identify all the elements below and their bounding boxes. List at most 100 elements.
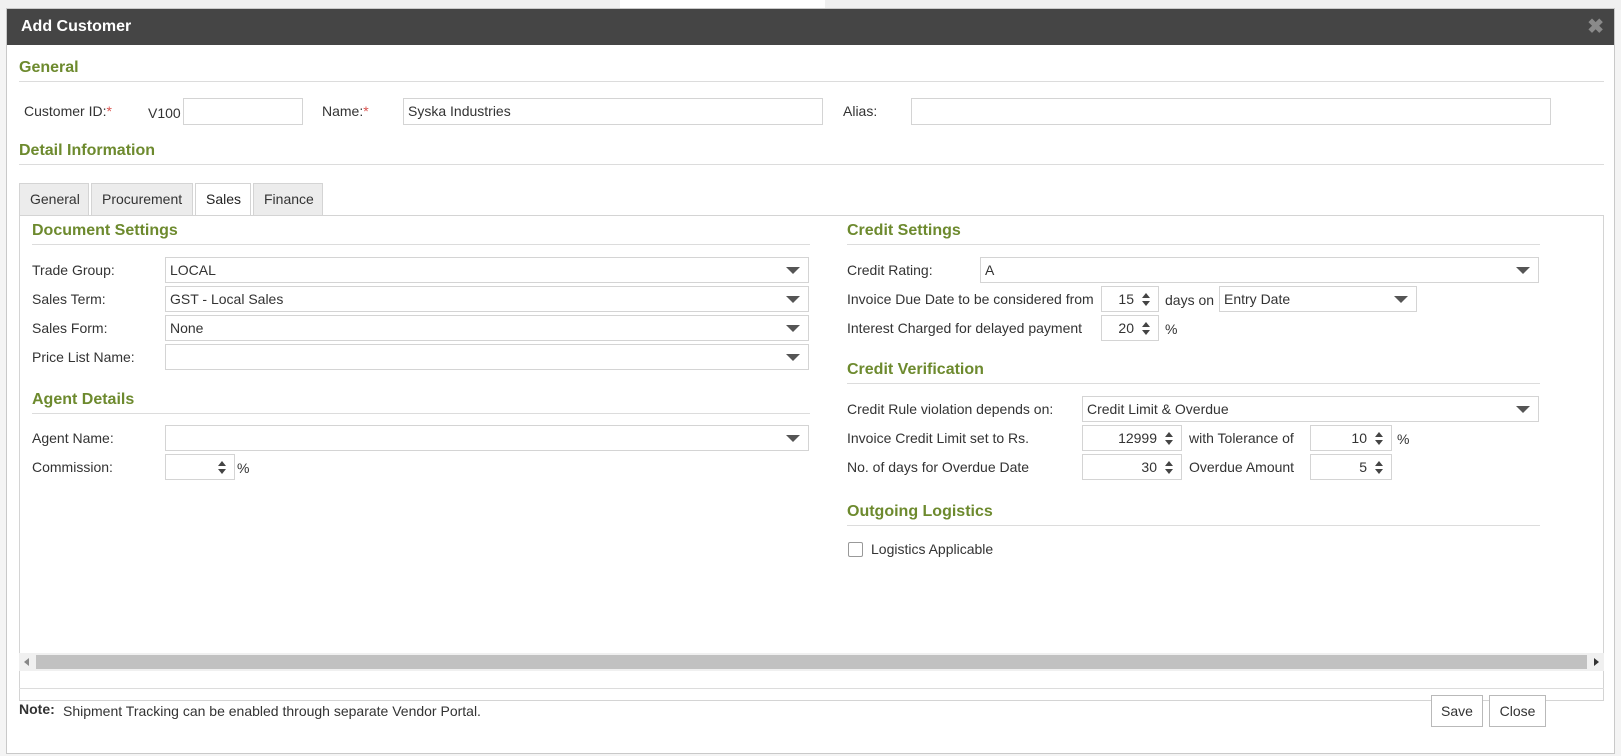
customer-id-input[interactable] — [183, 98, 303, 125]
chevron-down-icon — [786, 267, 800, 274]
overdue-amount-stepper[interactable]: 5 — [1310, 454, 1392, 480]
overdue-amount-value: 5 — [1359, 459, 1367, 475]
tab-general[interactable]: General — [19, 183, 89, 215]
chevron-down-icon — [786, 354, 800, 361]
tab-finance[interactable]: Finance — [253, 183, 323, 215]
due-days-stepper[interactable]: 15 — [1101, 286, 1159, 312]
price-list-label: Price List Name: — [32, 349, 135, 365]
overdue-days-value: 30 — [1141, 459, 1157, 475]
trade-group-select[interactable]: LOCAL — [165, 257, 809, 283]
trade-group-value: LOCAL — [170, 262, 216, 278]
tab-sales[interactable]: Sales — [195, 183, 251, 217]
note-label: Note: — [19, 701, 55, 717]
interest-percent: % — [1165, 321, 1178, 337]
save-button[interactable]: Save — [1431, 695, 1483, 727]
credit-settings-divider — [847, 244, 1540, 245]
close-button[interactable]: Close — [1489, 695, 1546, 727]
name-label: Name:* — [322, 103, 369, 119]
rule-select[interactable]: Credit Limit & Overdue — [1082, 396, 1539, 422]
rule-value: Credit Limit & Overdue — [1087, 401, 1229, 417]
sales-term-select[interactable]: GST - Local Sales — [165, 286, 809, 312]
agent-details-title: Agent Details — [32, 391, 135, 408]
credit-verification-title: Credit Verification — [847, 361, 984, 378]
tolerance-stepper[interactable]: 10 — [1310, 425, 1392, 451]
interest-value: 20 — [1118, 320, 1134, 336]
trade-group-label: Trade Group: — [32, 262, 115, 278]
spin-up-icon[interactable] — [1165, 432, 1173, 437]
spin-up-icon[interactable] — [1142, 293, 1150, 298]
credit-rating-select[interactable]: A — [980, 257, 1539, 283]
spin-down-icon[interactable] — [1375, 440, 1383, 445]
chevron-down-icon — [786, 435, 800, 442]
days-on-label: days on — [1165, 292, 1215, 308]
days-on-value: Entry Date — [1224, 291, 1291, 307]
add-customer-dialog: Add Customer ✖ General Customer ID:* V10… — [6, 8, 1615, 754]
name-input[interactable]: Syska Industries — [403, 98, 823, 125]
tolerance-percent: % — [1397, 431, 1410, 447]
due-days-value: 15 — [1118, 291, 1134, 307]
sales-term-label: Sales Term: — [32, 291, 106, 307]
alias-label: Alias: — [843, 103, 878, 119]
interest-label: Interest Charged for delayed payment — [847, 320, 1083, 336]
spin-up-icon[interactable] — [1375, 432, 1383, 437]
overdue-amount-label: Overdue Amount — [1189, 459, 1295, 475]
tolerance-label: with Tolerance of — [1189, 430, 1294, 446]
tolerance-value: 10 — [1351, 430, 1367, 446]
days-on-select[interactable]: Entry Date — [1219, 286, 1417, 312]
sales-form-select[interactable]: None — [165, 315, 809, 341]
spin-down-icon[interactable] — [1375, 469, 1383, 474]
spin-up-icon[interactable] — [218, 461, 226, 466]
logistics-applicable-checkbox[interactable] — [848, 542, 863, 557]
chevron-down-icon — [1394, 296, 1408, 303]
chevron-down-icon — [786, 325, 800, 332]
spin-down-icon[interactable] — [1142, 330, 1150, 335]
limit-value: 12999 — [1118, 430, 1157, 446]
customer-id-label: Customer ID:* — [24, 103, 112, 119]
scrollbar-thumb[interactable] — [36, 655, 1587, 669]
footer-divider — [19, 688, 1604, 689]
chevron-down-icon — [1516, 406, 1530, 413]
due-date-label: Invoice Due Date to be considered from — [847, 291, 1094, 307]
spin-up-icon[interactable] — [1375, 461, 1383, 466]
logistics-applicable-label: Logistics Applicable — [871, 541, 994, 557]
overdue-days-label: No. of days for Overdue Date — [847, 459, 1030, 475]
sales-term-value: GST - Local Sales — [170, 291, 284, 307]
chevron-down-icon — [1516, 267, 1530, 274]
overdue-days-stepper[interactable]: 30 — [1082, 454, 1182, 480]
spin-down-icon[interactable] — [1165, 469, 1173, 474]
credit-verification-divider — [847, 383, 1540, 384]
commission-stepper[interactable] — [165, 454, 235, 480]
spin-down-icon[interactable] — [1165, 440, 1173, 445]
price-list-select[interactable] — [165, 344, 809, 370]
general-divider — [19, 81, 1604, 82]
spin-down-icon[interactable] — [1142, 301, 1150, 306]
spin-up-icon[interactable] — [1142, 322, 1150, 327]
dialog-title: Add Customer — [21, 18, 132, 35]
outgoing-logistics-divider — [847, 525, 1540, 526]
credit-rating-label: Credit Rating: — [847, 262, 933, 278]
outgoing-logistics-title: Outgoing Logistics — [847, 503, 993, 520]
credit-rating-value: A — [985, 262, 995, 278]
customer-id-prefix: V100 — [148, 105, 181, 121]
detail-section-title: Detail Information — [19, 142, 156, 159]
commission-percent: % — [237, 460, 250, 476]
horizontal-scrollbar[interactable] — [19, 653, 1604, 671]
dialog-titlebar: Add Customer ✖ — [7, 9, 1614, 45]
agent-name-label: Agent Name: — [32, 430, 114, 446]
spin-up-icon[interactable] — [1165, 461, 1173, 466]
scroll-right-icon[interactable] — [1594, 658, 1599, 666]
commission-label: Commission: — [32, 459, 113, 475]
credit-settings-title: Credit Settings — [847, 222, 961, 239]
spin-down-icon[interactable] — [218, 469, 226, 474]
scroll-left-icon[interactable] — [24, 658, 29, 666]
sales-form-value: None — [170, 320, 204, 336]
agent-details-divider — [32, 413, 810, 414]
interest-stepper[interactable]: 20 — [1101, 315, 1159, 341]
agent-name-select[interactable] — [165, 425, 809, 451]
tab-procurement[interactable]: Procurement — [91, 183, 193, 215]
limit-stepper[interactable]: 12999 — [1082, 425, 1182, 451]
alias-input[interactable] — [911, 98, 1551, 125]
close-icon[interactable]: ✖ — [1587, 9, 1604, 45]
general-section-title: General — [19, 59, 79, 76]
document-settings-title: Document Settings — [32, 222, 178, 239]
